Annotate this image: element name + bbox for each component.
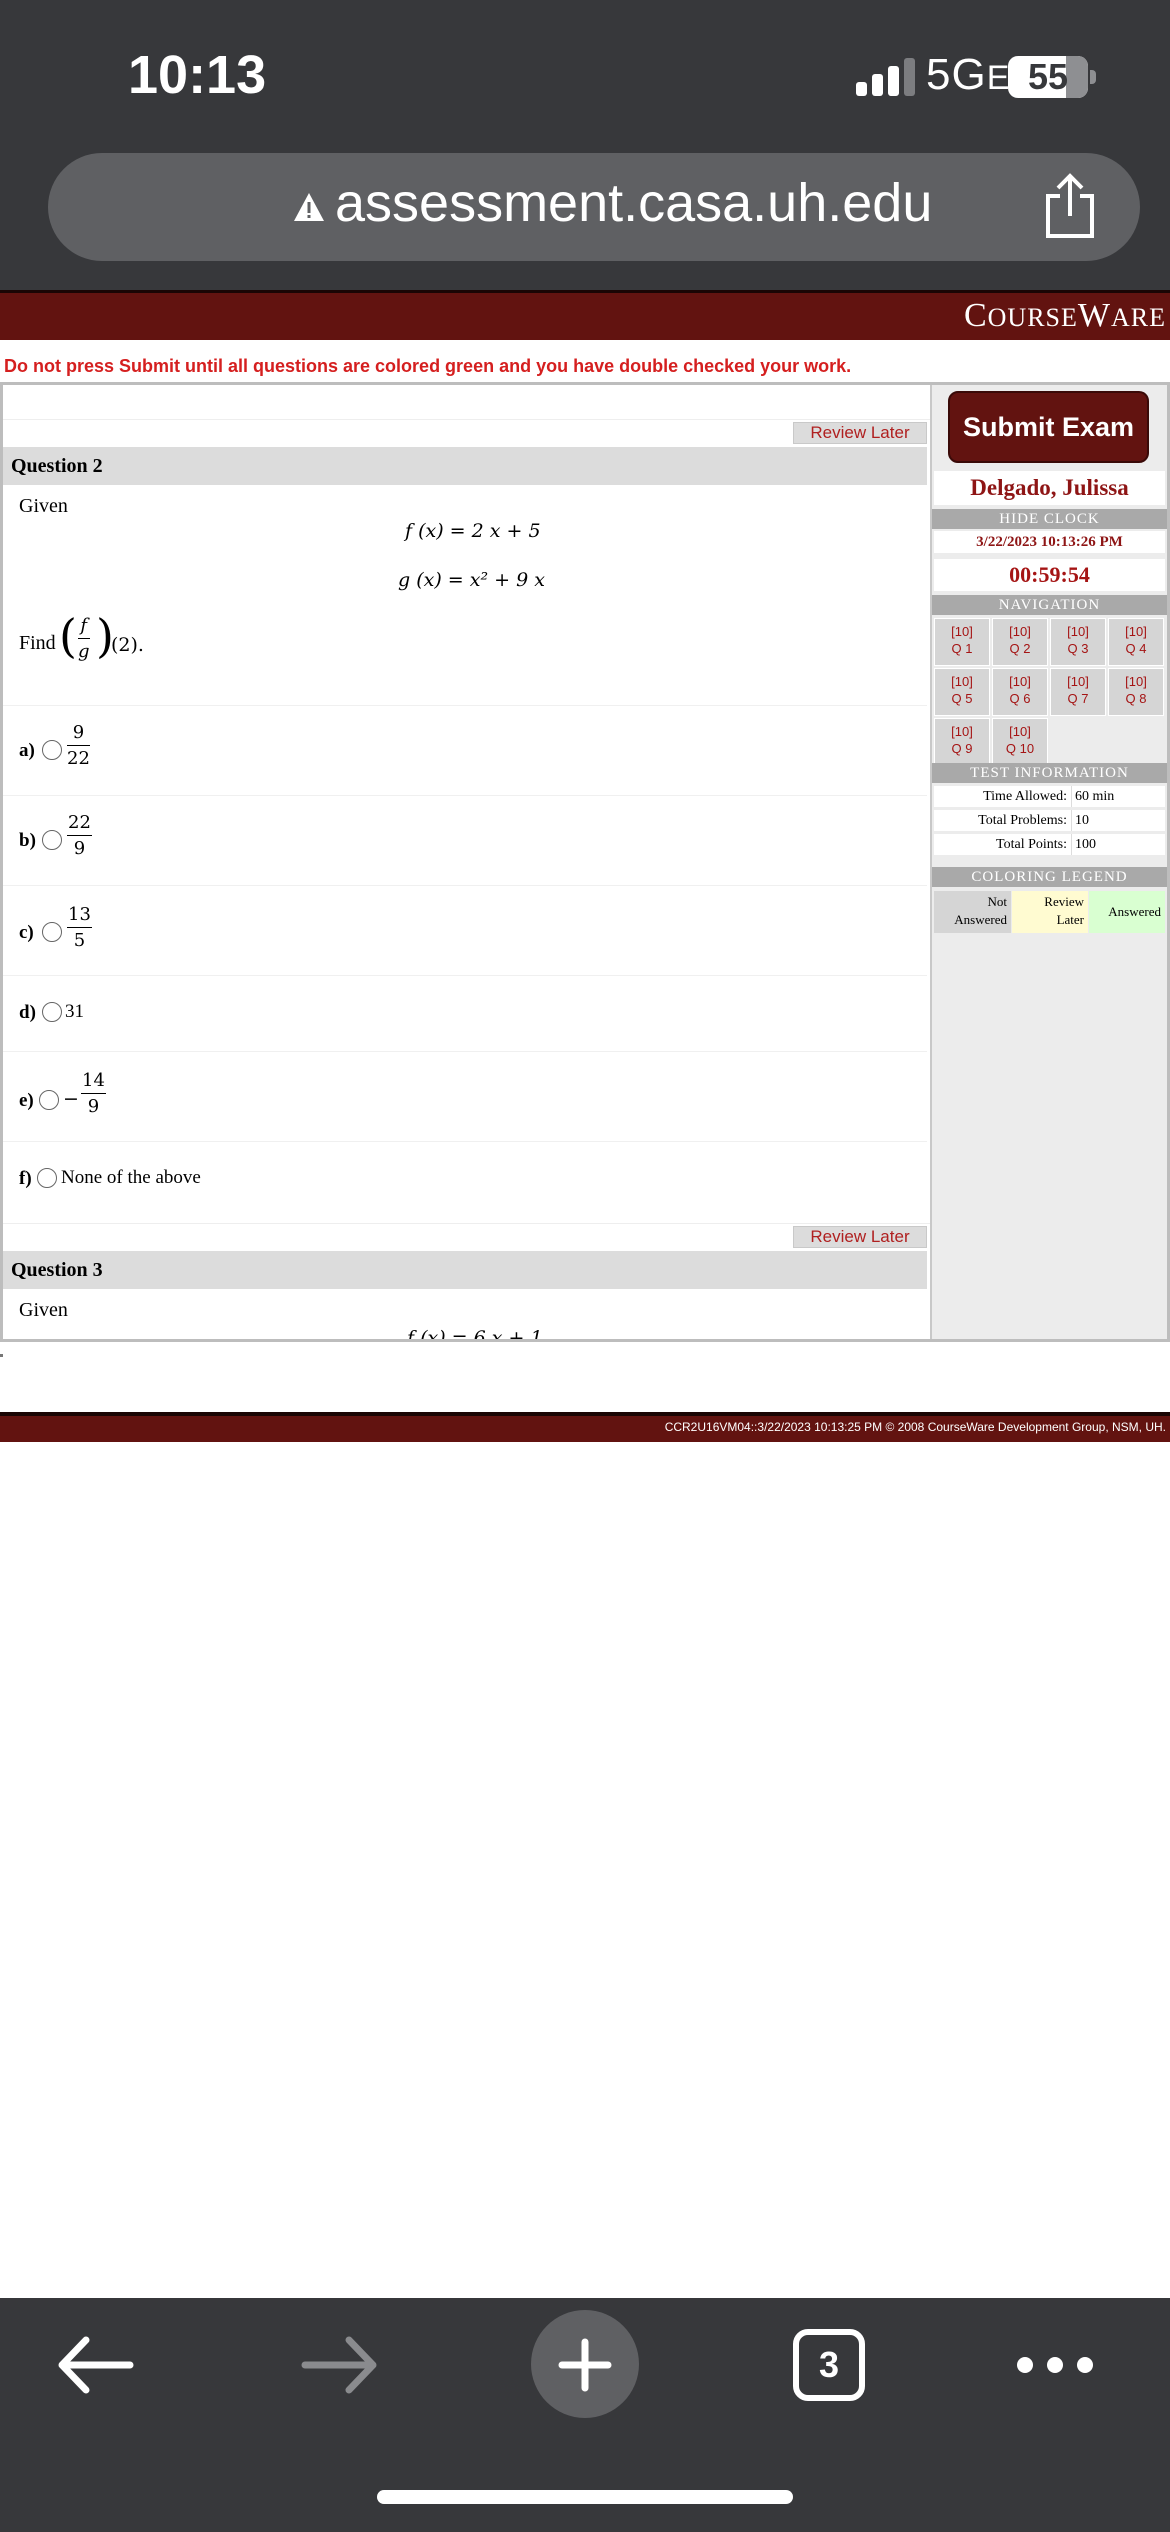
student-name: Delgado, Julissa [934,471,1165,505]
nav-q9[interactable]: [10] Q 9 [934,718,990,766]
review-row: Review Later [3,419,930,445]
warning-icon [294,193,324,221]
review-later-button[interactable]: Review Later [793,422,927,444]
status-time: 10:13 [128,45,267,105]
coloring-legend: Not Answered Review Later Answered [934,891,1165,933]
given-label: Given [19,495,68,517]
given-label-q3: Given [19,1299,68,1321]
choice-c[interactable]: c) 13 5 [3,885,927,975]
nav-q7[interactable]: [10] Q 7 [1050,668,1106,716]
battery-tip [1090,70,1096,84]
find-paren-left: ( [59,609,77,663]
stray-mark [0,1354,3,1357]
battery-icon: 55 [1008,56,1088,98]
tab-count: 3 [818,2344,840,2385]
browser-top-bar: 10:13 5GE 55 assessment.casa.uh.edu [0,0,1170,290]
navigation-title: NAVIGATION [932,595,1167,615]
time-allowed-row: Time Allowed: 60 min [934,786,1165,807]
choice-b[interactable]: b) 22 9 [3,795,927,885]
share-icon[interactable] [1040,172,1100,240]
signal-icon [856,58,916,96]
radio-c[interactable] [42,922,62,942]
question-pane[interactable]: Review Later Question 2 Given f (x) = 2 … [3,385,930,1339]
footer-text: CCR2U16VM04::3/22/2023 10:13:25 PM © 200… [664,1420,1166,1434]
more-icon[interactable] [1000,2310,1110,2420]
nav-q3[interactable]: [10] Q 3 [1050,618,1106,666]
url-text[interactable]: assessment.casa.uh.edu [335,172,932,234]
radio-a[interactable] [42,740,62,760]
total-points-row: Total Points: 100 [934,834,1165,855]
find-fraction: fg [78,615,90,662]
forward-arrow-icon[interactable] [285,2310,395,2420]
f-definition-q3: f (x) = 6 x + 1 [407,1327,543,1339]
hide-clock-link[interactable]: HIDE CLOCK [932,509,1167,529]
radio-d[interactable] [42,1002,62,1022]
submit-exam-button[interactable]: Submit Exam [948,391,1149,463]
choice-f[interactable]: f) None of the above [3,1141,927,1217]
back-arrow-icon[interactable] [40,2310,150,2420]
choice-d[interactable]: d) 31 [3,975,927,1051]
g-definition: g (x) = x² + 9 x [398,569,545,591]
plus-icon[interactable] [530,2310,640,2420]
radio-b[interactable] [42,830,62,850]
current-datetime: 3/22/2023 10:13:26 PM [934,531,1165,553]
network-type: 5GE [926,50,1011,99]
radio-e[interactable] [39,1090,59,1110]
review-later-button-q3[interactable]: Review Later [793,1226,927,1248]
nav-q8[interactable]: [10] Q 8 [1108,668,1164,716]
nav-q4[interactable]: [10] Q 4 [1108,618,1164,666]
nav-q2[interactable]: [10] Q 2 [992,618,1048,666]
review-row-q3: Review Later [3,1223,930,1249]
exam-sidebar: Submit Exam Delgado, Julissa HIDE CLOCK … [930,385,1167,1339]
test-info-title: TEST INFORMATION [932,763,1167,783]
question-3-header: Question 3 [3,1251,927,1289]
legend-answered: Answered [1089,891,1165,933]
countdown-timer: 00:59:54 [934,559,1165,591]
submit-warning: Do not press Submit until all questions … [4,356,852,376]
courseware-header: COURSEWARE [0,290,1170,340]
courseware-logo: COURSEWARE [963,297,1166,334]
home-indicator [377,2490,793,2504]
nav-q6[interactable]: [10] Q 6 [992,668,1048,716]
nav-q5[interactable]: [10] Q 5 [934,668,990,716]
total-problems-row: Total Problems: 10 [934,810,1165,831]
courseware-footer: CCR2U16VM04::3/22/2023 10:13:25 PM © 200… [0,1412,1170,1442]
question-2-header: Question 2 [3,447,927,485]
coloring-legend-title: COLORING LEGEND [932,867,1167,887]
choice-a[interactable]: a) 9 22 [3,705,927,795]
radio-f[interactable] [37,1168,57,1188]
legend-review-later: Review Later [1012,891,1088,933]
nav-q1[interactable]: [10] Q 1 [934,618,990,666]
legend-not-answered: Not Answered [934,891,1011,933]
find-label: Find [19,632,56,654]
find-argument: (2). [111,634,144,656]
exam-frame: Review Later Question 2 Given f (x) = 2 … [0,382,1170,1342]
f-definition: f (x) = 2 x + 5 [405,520,541,542]
nav-q10[interactable]: [10] Q 10 [992,718,1048,766]
choice-e[interactable]: e) − 14 9 [3,1051,927,1141]
